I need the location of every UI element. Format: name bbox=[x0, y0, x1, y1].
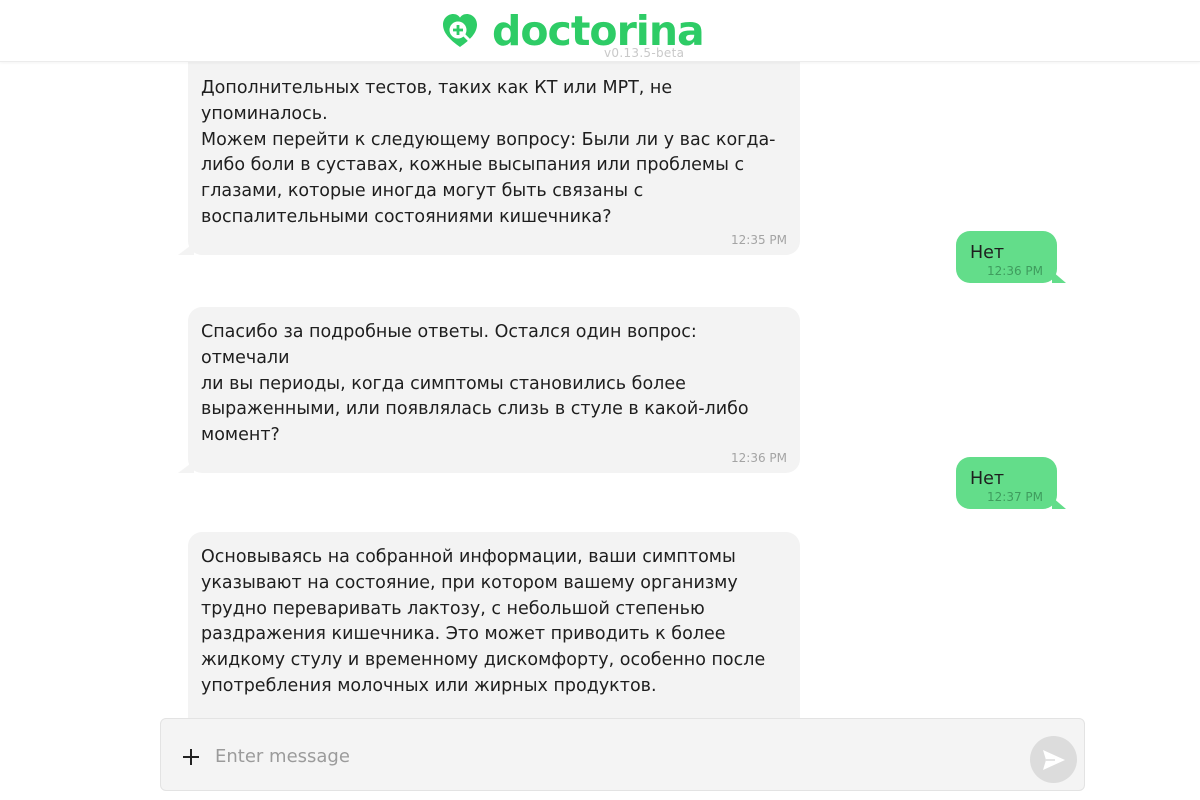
assistant-message: Основываясь на собранной информации, ваш… bbox=[188, 532, 800, 718]
chat-area: Дополнительных тестов, таких как КТ или … bbox=[0, 0, 1200, 718]
heart-plus-icon bbox=[443, 14, 477, 47]
message-composer bbox=[160, 718, 1085, 791]
user-message: Нет 12:37 PM bbox=[956, 457, 1066, 509]
message-text: Нет bbox=[970, 469, 1005, 489]
plus-icon[interactable] bbox=[181, 747, 201, 767]
message-text: Спасибо за подробные ответы. Остался оди… bbox=[201, 322, 749, 446]
send-button[interactable] bbox=[1030, 736, 1077, 783]
app-header: doctorina v0.13.5-beta bbox=[0, 0, 1200, 62]
user-message: Нет 12:36 PM bbox=[956, 231, 1066, 283]
message-text: Дополнительных тестов, таких как КТ или … bbox=[201, 78, 776, 227]
message-time: 12:37 PM bbox=[987, 490, 1043, 504]
assistant-message: Дополнительных тестов, таких как КТ или … bbox=[178, 38, 800, 255]
message-time: 12:35 PM bbox=[731, 232, 787, 247]
assistant-message: Спасибо за подробные ответы. Остался оди… bbox=[178, 307, 800, 473]
message-time: 12:36 PM bbox=[731, 450, 787, 465]
version-label: v0.13.5-beta bbox=[604, 46, 685, 60]
send-icon bbox=[1043, 750, 1065, 770]
message-text: Нет bbox=[970, 243, 1005, 263]
message-text: Основываясь на собранной информации, ваш… bbox=[201, 547, 766, 696]
message-input[interactable] bbox=[215, 739, 1015, 773]
message-time: 12:36 PM bbox=[987, 264, 1043, 278]
